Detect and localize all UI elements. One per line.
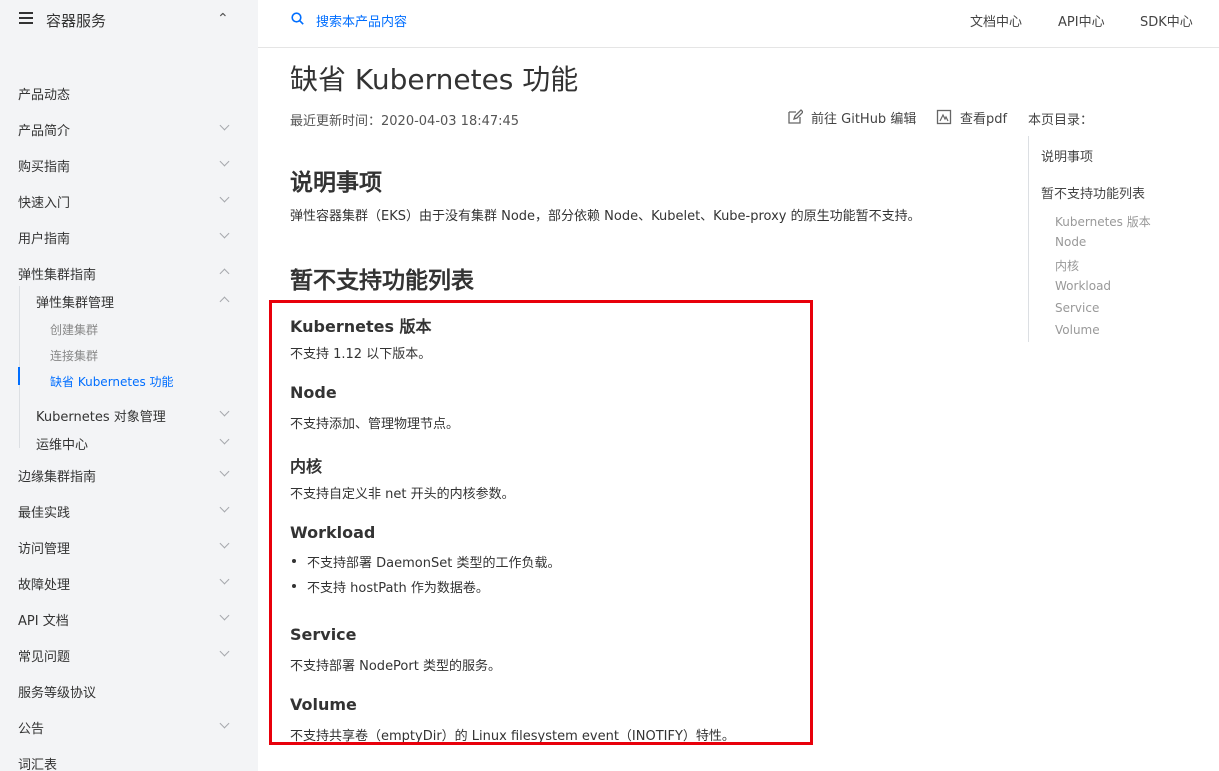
edit-on-github-link[interactable]: 前往 GitHub 编辑 [787, 108, 922, 127]
chevron-down-icon [219, 156, 230, 167]
unsupported-list-heading: 暂不支持功能列表 [290, 268, 474, 294]
chevron-down-icon [219, 610, 230, 621]
sidebar-item-eks-management[interactable]: 弹性集群管理 [0, 286, 258, 316]
sidebar-item-label: 快速入门 [18, 196, 71, 211]
sidebar-item-label: 边缘集群指南 [18, 470, 97, 485]
sidebar-item-quick-start[interactable]: 快速入门 [0, 186, 258, 216]
sidebar-item-k8s-object-management[interactable]: Kubernetes 对象管理 [0, 400, 258, 430]
product-title[interactable]: 容器服务 [46, 10, 106, 31]
notes-heading: 说明事项 [290, 170, 382, 196]
sidebar-item-best-practices[interactable]: 最佳实践 [0, 496, 258, 526]
sidebar-item-label: 弹性集群指南 [18, 268, 97, 283]
sidebar-item-label: 公告 [18, 722, 45, 737]
nav-sdk-center[interactable]: SDK中心 [1140, 11, 1193, 30]
sidebar-item-label: API 文档 [18, 614, 69, 629]
search-input[interactable]: 搜索本产品内容 [316, 11, 407, 30]
sidebar: 容器服务 ⌃ 产品动态 产品简介 购买指南 快速入门 用户指南 弹性集群指南 弹… [0, 0, 258, 771]
sidebar-item-faq[interactable]: 常见问题 [0, 640, 258, 670]
toc-subitem-workload[interactable]: Workload [1055, 279, 1111, 293]
chevron-down-icon [219, 434, 230, 445]
sidebar-header: 容器服务 ⌃ [0, 0, 258, 40]
sidebar-item-label: 创建集群 [50, 323, 99, 337]
chevron-down-icon [219, 574, 230, 585]
view-pdf-link[interactable]: 查看pdf [936, 108, 1016, 127]
toc-item-unsupported-list[interactable]: 暂不支持功能列表 [1041, 183, 1145, 202]
sidebar-item-product-updates[interactable]: 产品动态 [0, 78, 258, 108]
chevron-down-icon [219, 538, 230, 549]
toc-item-notes[interactable]: 说明事项 [1041, 146, 1093, 165]
sidebar-item-sla[interactable]: 服务等级协议 [0, 676, 258, 706]
chevron-down-icon [219, 466, 230, 477]
sidebar-item-user-guide[interactable]: 用户指南 [0, 222, 258, 252]
sidebar-item-label: 连接集群 [50, 349, 99, 363]
search-icon[interactable] [291, 12, 304, 25]
highlight-box [269, 300, 813, 745]
sidebar-item-label: 服务等级协议 [18, 686, 97, 701]
notes-text: 弹性容器集群（EKS）由于没有集群 Node，部分依赖 Node、Kubelet… [290, 209, 921, 224]
chevron-down-icon [219, 718, 230, 729]
sidebar-item-eks-guide[interactable]: 弹性集群指南 [0, 258, 258, 288]
sidebar-item-glossary[interactable]: 词汇表 [0, 748, 258, 771]
toc-title: 本页目录： [1028, 113, 1094, 128]
sidebar-item-announcements[interactable]: 公告 [0, 712, 258, 742]
chevron-down-icon [219, 120, 230, 131]
toc-guide-line [1028, 136, 1029, 342]
sidebar-item-label: 缺省 Kubernetes 功能 [50, 375, 174, 389]
github-edit-label: 前往 GitHub 编辑 [811, 112, 917, 127]
page-title: 缺省 Kubernetes 功能 [290, 63, 579, 96]
toc-subitem-kernel[interactable]: 内核 [1055, 257, 1079, 274]
sidebar-item-label: 常见问题 [18, 650, 71, 665]
toc-subitem-kubernetes-version[interactable]: Kubernetes 版本 [1055, 213, 1151, 230]
sidebar-item-label: 最佳实践 [18, 506, 71, 521]
sidebar-item-access-management[interactable]: 访问管理 [0, 532, 258, 562]
pdf-label: 查看pdf [960, 112, 1008, 127]
sidebar-item-label: 词汇表 [18, 758, 58, 771]
top-nav: 搜索本产品内容 文档中心 API中心 SDK中心 [258, 0, 1219, 48]
sidebar-item-purchase-guide[interactable]: 购买指南 [0, 150, 258, 180]
nav-docs-center[interactable]: 文档中心 [970, 11, 1022, 30]
sidebar-item-default-k8s-features[interactable]: 缺省 Kubernetes 功能 [0, 367, 258, 397]
chevron-down-icon [219, 192, 230, 203]
collapse-icon[interactable]: ⌃ [217, 11, 229, 27]
sidebar-item-edge-cluster-guide[interactable]: 边缘集群指南 [0, 460, 258, 490]
chevron-up-icon [219, 296, 230, 307]
sidebar-item-label: 运维中心 [36, 438, 89, 453]
sidebar-item-label: 产品简介 [18, 124, 71, 139]
sidebar-item-label: 产品动态 [18, 88, 71, 103]
toc-subitem-service[interactable]: Service [1055, 301, 1099, 315]
nav-api-center[interactable]: API中心 [1058, 11, 1105, 30]
sidebar-item-api-docs[interactable]: API 文档 [0, 604, 258, 634]
sidebar-item-ops-center[interactable]: 运维中心 [0, 428, 258, 458]
toc-subitem-node[interactable]: Node [1055, 235, 1086, 249]
sidebar-item-troubleshooting[interactable]: 故障处理 [0, 568, 258, 598]
edit-icon [788, 109, 803, 124]
chevron-down-icon [219, 406, 230, 417]
sidebar-item-label: 用户指南 [18, 232, 71, 247]
menu-icon[interactable] [19, 12, 33, 24]
chevron-down-icon [219, 646, 230, 657]
chevron-down-icon [219, 502, 230, 513]
sidebar-item-label: Kubernetes 对象管理 [36, 410, 166, 425]
pdf-icon [936, 109, 952, 125]
sidebar-item-label: 购买指南 [18, 160, 71, 175]
sidebar-item-product-intro[interactable]: 产品简介 [0, 114, 258, 144]
last-updated: 最近更新时间：2020-04-03 18:47:45 [290, 114, 520, 129]
sidebar-item-label: 访问管理 [18, 542, 71, 557]
toc-subitem-volume[interactable]: Volume [1055, 323, 1100, 337]
sidebar-item-label: 故障处理 [18, 578, 71, 593]
chevron-down-icon [219, 228, 230, 239]
chevron-up-icon [219, 268, 230, 279]
sidebar-item-label: 弹性集群管理 [36, 296, 115, 311]
